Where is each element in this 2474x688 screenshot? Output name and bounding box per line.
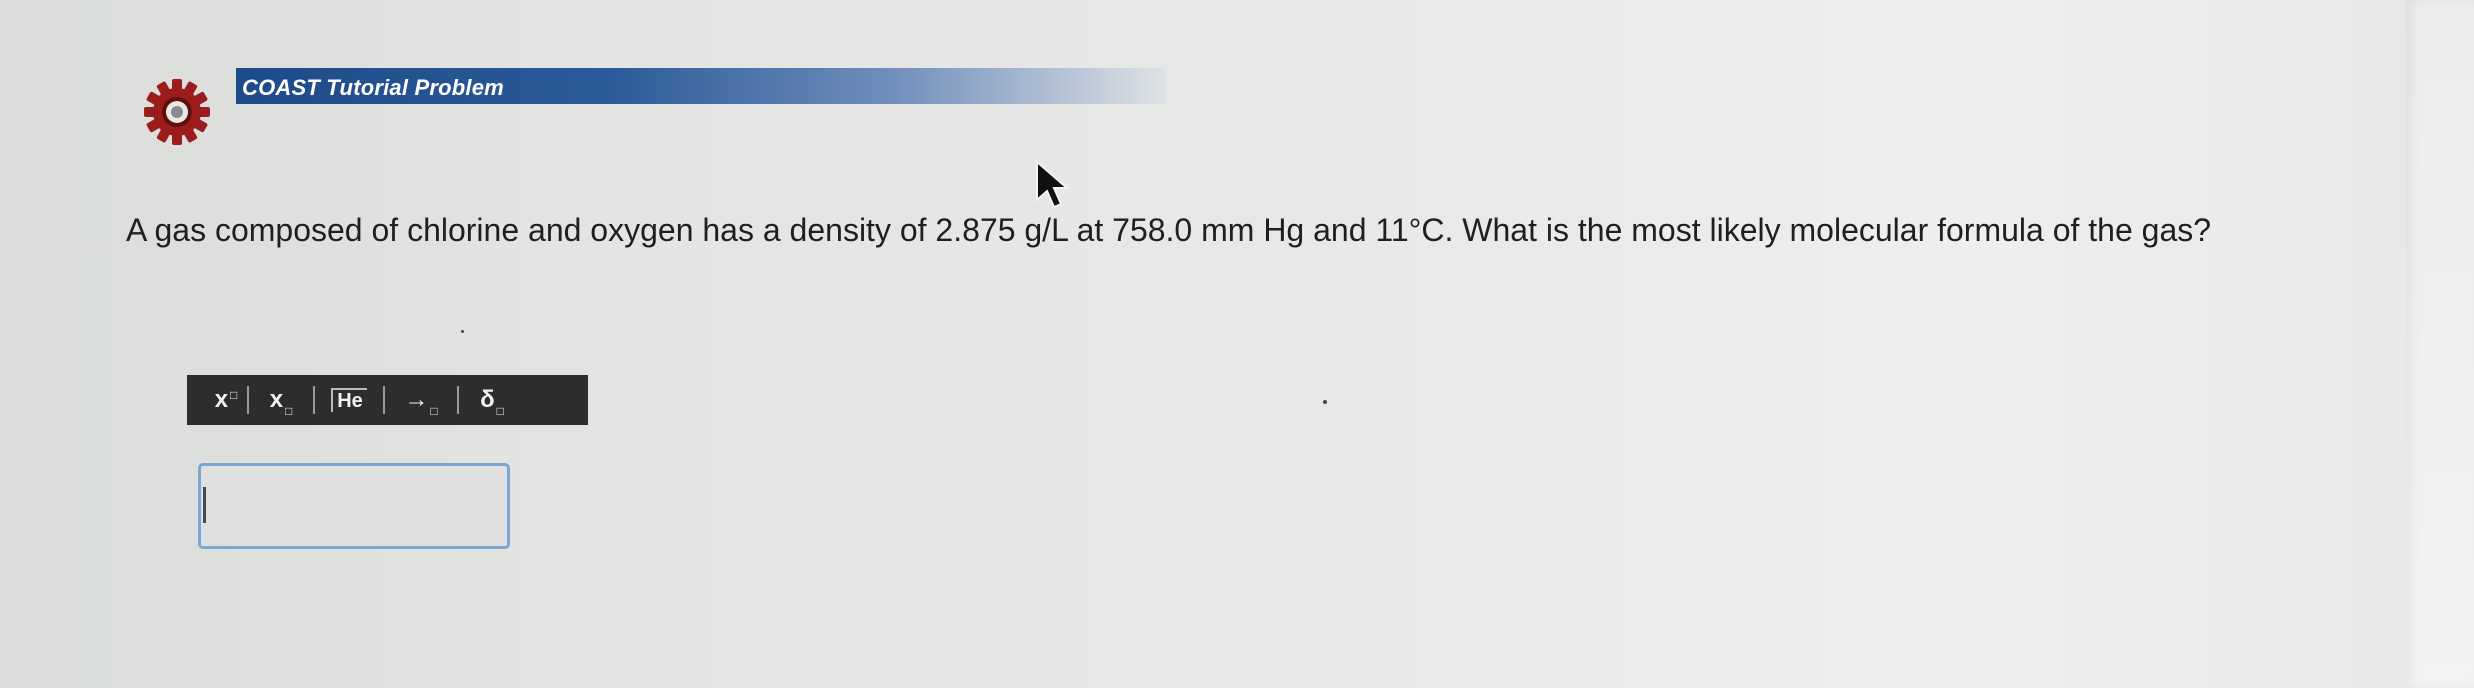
subscript-icon: x □ (269, 386, 293, 418)
superscript-icon: x □ (214, 386, 238, 413)
banner-title: COAST Tutorial Problem (242, 75, 504, 100)
superscript-button[interactable]: x □ (205, 375, 247, 425)
answer-input[interactable] (198, 463, 510, 549)
reaction-arrow-icon: → □ (404, 386, 438, 418)
screen-edge (2406, 0, 2474, 688)
subscript-button[interactable]: x □ (249, 375, 313, 425)
reaction-arrow-button[interactable]: → □ (385, 375, 457, 425)
partial-charge-button[interactable]: δ □ (459, 375, 525, 425)
dust-speck (461, 330, 464, 333)
element-icon: He (331, 388, 367, 412)
text-caret (203, 487, 206, 523)
partial-charge-icon: δ □ (480, 386, 504, 418)
element-button[interactable]: He (315, 375, 383, 425)
dust-speck (1323, 400, 1327, 404)
gear-icon (144, 79, 210, 145)
question-text: A gas composed of chlorine and oxygen ha… (126, 212, 2212, 248)
chemistry-toolbar: x □ x □ He → □ δ □ (187, 375, 588, 425)
